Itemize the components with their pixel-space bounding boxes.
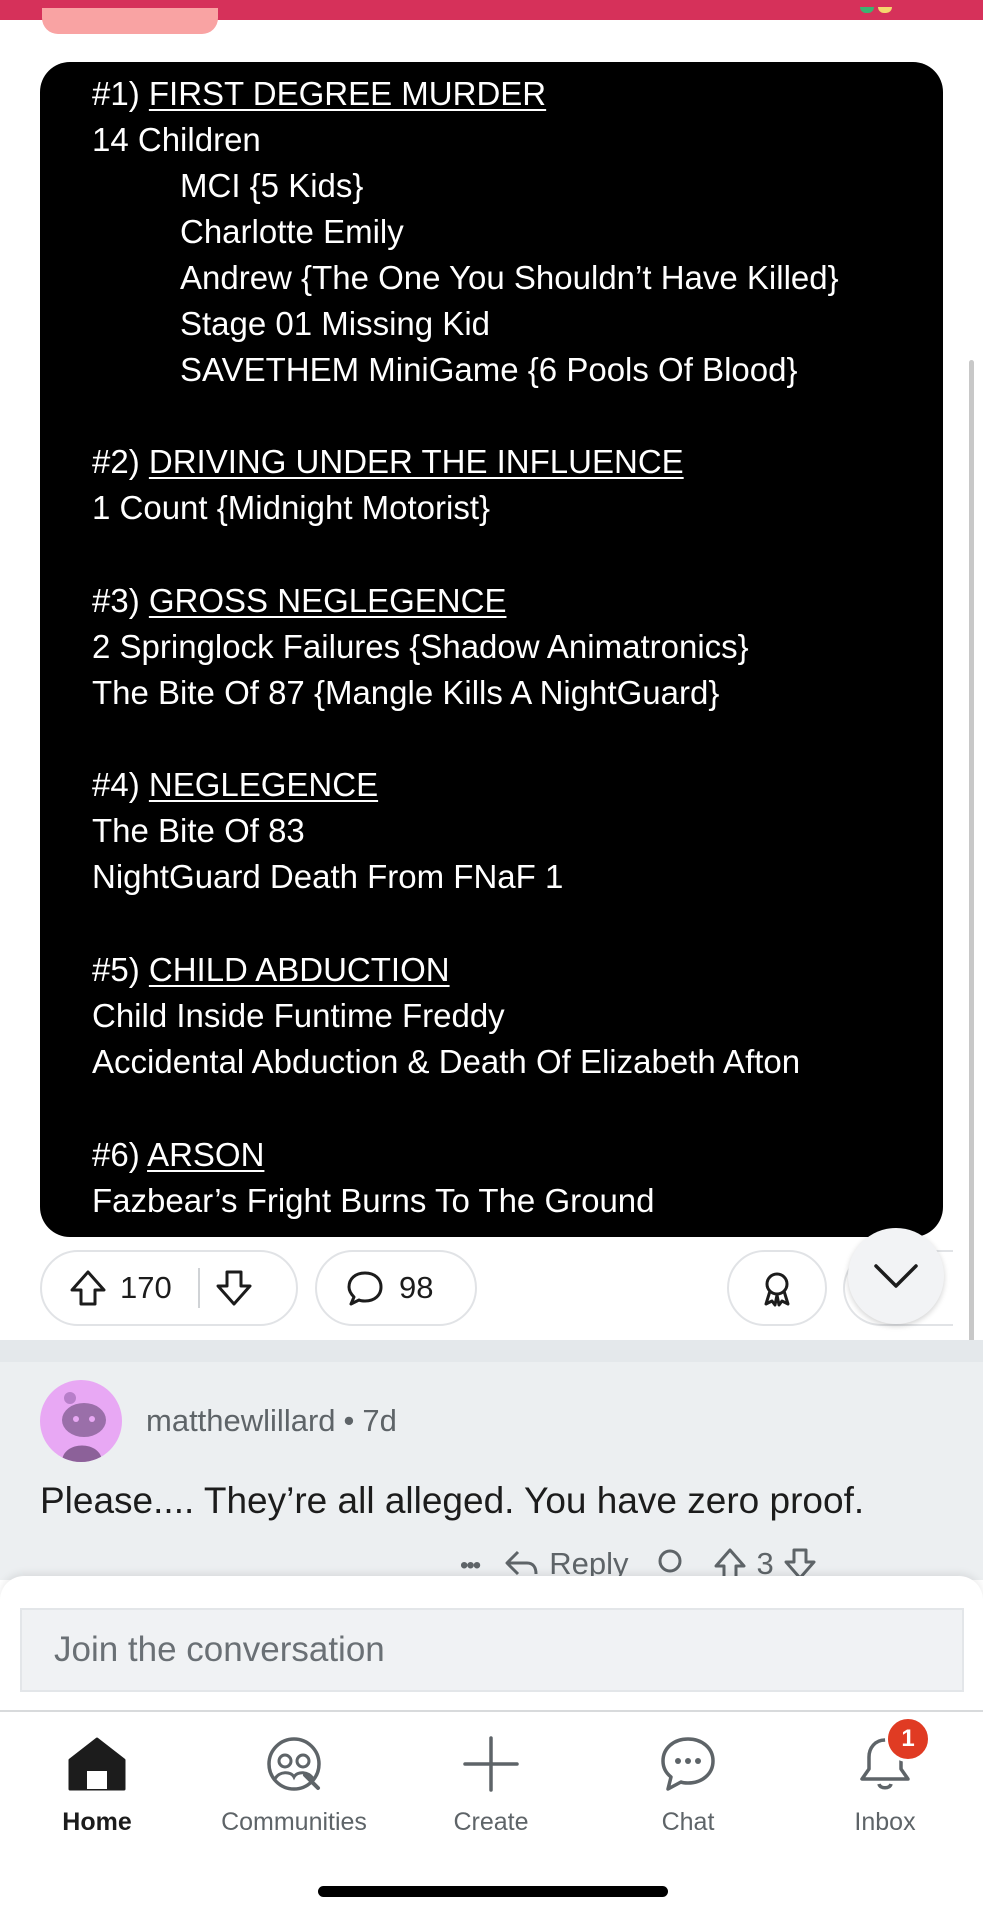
downvote-icon[interactable] <box>782 1546 818 1580</box>
comment-input[interactable]: Join the conversation <box>20 1608 964 1692</box>
nav-communities-label: Communities <box>221 1808 367 1836</box>
nav-home[interactable]: Home <box>7 1732 187 1837</box>
comment-section <box>0 1340 983 1580</box>
plus-icon <box>459 1732 523 1796</box>
nav-chat-label: Chat <box>661 1808 715 1836</box>
reply-button[interactable]: Reply <box>503 1546 628 1580</box>
meta-separator: • <box>343 1403 355 1438</box>
image-text-line: The Bite Of 83 <box>92 812 305 849</box>
upvote-icon[interactable] <box>712 1546 748 1580</box>
post-image[interactable]: #1) FIRST DEGREE MURDER 14 Children MCI … <box>40 62 943 1237</box>
chevron-down-icon <box>872 1261 920 1291</box>
image-text-line: Child Inside Funtime Freddy <box>92 997 505 1034</box>
upvote-count: 170 <box>120 1270 172 1305</box>
nav-create[interactable]: Create <box>401 1732 581 1837</box>
image-text-line: Stage 01 Missing Kid <box>180 305 491 342</box>
heading-5: #5) CHILD ABDUCTION <box>92 951 450 988</box>
status-indicators <box>860 0 920 13</box>
image-text-line: NightGuard Death From FNaF 1 <box>92 858 564 895</box>
upvote-icon[interactable] <box>68 1268 108 1308</box>
home-indicator <box>318 1886 668 1897</box>
reply-label: Reply <box>549 1546 629 1580</box>
image-text-line: The Bite Of 87 {Mangle Kills A NightGuar… <box>92 674 720 711</box>
image-text-line: Charlotte Emily <box>180 213 404 250</box>
inbox-badge: 1 <box>885 1716 931 1762</box>
heading-1: #1) FIRST DEGREE MURDER <box>92 75 547 112</box>
nav-inbox-label: Inbox <box>854 1808 916 1836</box>
comment-count: 98 <box>399 1270 434 1305</box>
comment-vote-group: 3 <box>712 1546 817 1580</box>
section-divider <box>0 1340 983 1362</box>
bell-icon: 1 <box>853 1716 931 1796</box>
comments-button[interactable]: 98 <box>315 1250 477 1326</box>
vote-pill: 170 <box>40 1250 298 1326</box>
collapse-button[interactable] <box>848 1228 944 1324</box>
heading-2: #2) DRIVING UNDER THE INFLUENCE <box>92 443 684 480</box>
comment-body: Please.... They’re all alleged. You have… <box>40 1480 865 1521</box>
nav-create-label: Create <box>453 1808 529 1836</box>
nav-chat[interactable]: Chat <box>598 1732 778 1837</box>
snoo-avatar-icon <box>62 1392 106 1462</box>
image-text-line: Accidental Abduction & Death Of Elizabet… <box>92 1043 801 1080</box>
communities-icon <box>262 1732 326 1796</box>
award-icon[interactable] <box>652 1546 688 1580</box>
image-text-line: SAVETHEM MiniGame {6 Pools Of Blood} <box>180 351 798 388</box>
heading-6: #6) ARSON <box>92 1136 265 1173</box>
heading-4: #4) NEGLEGENCE <box>92 766 379 803</box>
image-text-line: 14 Children <box>92 121 261 158</box>
image-text-line: Fazbear’s Fright Burns To The Ground <box>92 1182 655 1219</box>
chat-bubble-icon <box>656 1732 720 1796</box>
heading-3: #3) GROSS NEGLEGENCE <box>92 582 507 619</box>
nav-communities[interactable]: Communities <box>204 1732 384 1837</box>
comment-age: 7d <box>362 1403 397 1438</box>
reply-arrow-icon <box>505 1550 538 1576</box>
image-text-line: 2 Springlock Failures {Shadow Animatroni… <box>92 628 749 665</box>
image-text-line: Andrew {The One You Shouldn’t Have Kille… <box>180 259 839 296</box>
image-text-line: 1 Count {Midnight Motorist} <box>92 489 491 526</box>
nav-home-label: Home <box>62 1808 132 1836</box>
downvote-icon[interactable] <box>214 1268 254 1308</box>
award-button[interactable] <box>727 1250 827 1326</box>
vote-divider <box>197 1268 200 1308</box>
comment-bubble-icon <box>345 1268 385 1308</box>
comment-author[interactable]: matthewlillard <box>146 1403 336 1438</box>
comment-vote-count: 3 <box>756 1546 774 1580</box>
post-flair-tag[interactable] <box>42 8 218 34</box>
nav-inbox[interactable]: 1 Inbox <box>795 1716 975 1837</box>
comment-input-placeholder: Join the conversation <box>54 1630 385 1669</box>
image-text-line: MCI {5 Kids} <box>180 167 364 204</box>
award-icon <box>757 1268 797 1308</box>
home-icon <box>65 1732 129 1796</box>
comment-actions: ••• Reply 3 <box>460 1546 818 1580</box>
avatar[interactable] <box>40 1380 122 1462</box>
comment-meta: matthewlillard • 7d <box>146 1403 397 1439</box>
